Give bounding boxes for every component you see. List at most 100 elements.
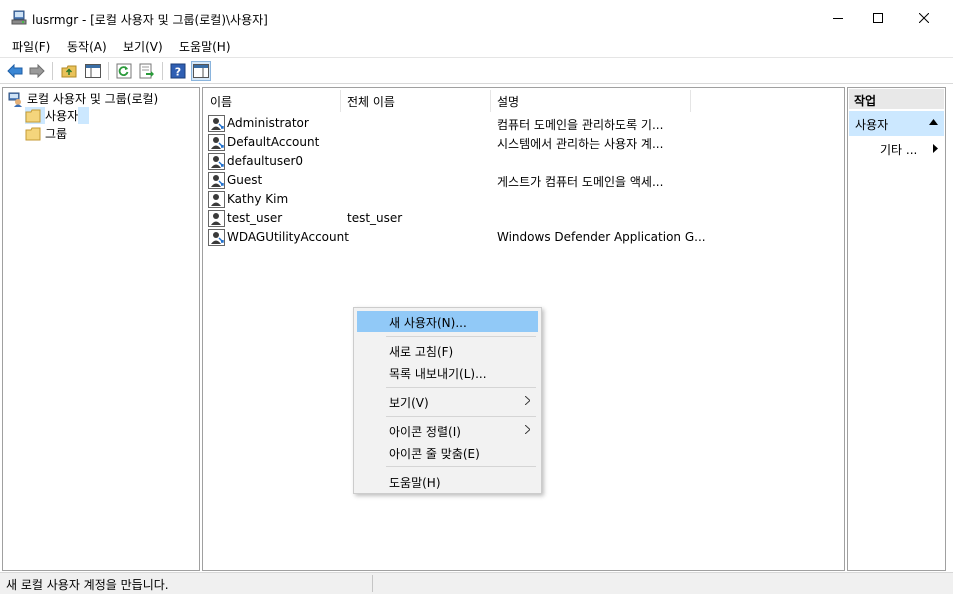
forward-arrow-icon bbox=[29, 64, 45, 78]
cell-description: Windows Defender Application G... bbox=[497, 230, 706, 244]
table-row[interactable]: DefaultAccount 시스템에서 관리하는 사용자 계... bbox=[207, 133, 843, 152]
table-row[interactable]: WDAGUtilityAccount Windows Defender Appl… bbox=[207, 228, 843, 247]
menu-item-label: 목록 내보내기(L)... bbox=[389, 367, 487, 381]
close-button[interactable] bbox=[901, 0, 947, 36]
menu-item-view[interactable]: 보기(V) bbox=[357, 391, 538, 412]
menu-item-label: 새로 고침(F) bbox=[389, 345, 454, 359]
context-menu: 새 사용자(N)... 새로 고침(F) 목록 내보내기(L)... 보기(V)… bbox=[353, 307, 542, 494]
back-arrow-icon bbox=[7, 64, 23, 78]
cell-name: test_user bbox=[227, 211, 283, 225]
maximize-icon bbox=[873, 13, 883, 23]
user-icon bbox=[208, 115, 225, 132]
actions-header: 작업 bbox=[849, 89, 944, 109]
cell-name: defaultuser0 bbox=[227, 154, 304, 168]
menu-action[interactable]: 동작(A) bbox=[67, 38, 107, 55]
cell-name: Kathy Kim bbox=[227, 192, 289, 206]
toolbar-separator bbox=[162, 62, 163, 80]
tree-root[interactable]: 로컬 사용자 및 그룹(로컬) bbox=[7, 90, 158, 107]
menu-view[interactable]: 보기(V) bbox=[123, 38, 163, 55]
maximize-button[interactable] bbox=[855, 0, 901, 36]
menu-item-new-user[interactable]: 새 사용자(N)... bbox=[357, 311, 538, 332]
help-icon: ? bbox=[170, 63, 186, 79]
menu-separator bbox=[386, 387, 536, 388]
menu-file[interactable]: 파일(F) bbox=[12, 38, 50, 55]
action-more-label: 기타 ... bbox=[880, 143, 918, 157]
actions-section-users[interactable]: 사용자 bbox=[849, 111, 944, 136]
column-header-name[interactable]: 이름 bbox=[204, 90, 341, 112]
cell-name: DefaultAccount bbox=[227, 135, 320, 149]
user-icon bbox=[208, 134, 225, 151]
console-tree: 로컬 사용자 및 그룹(로컬) 사용자 그룹 bbox=[2, 87, 200, 571]
tree-root-label: 로컬 사용자 및 그룹(로컬) bbox=[27, 92, 159, 106]
local-users-groups-icon bbox=[8, 92, 22, 107]
user-icon bbox=[208, 229, 225, 246]
cell-description: 게스트가 컴퓨터 도메인을 액세... bbox=[497, 175, 664, 189]
cell-name: WDAGUtilityAccount bbox=[227, 230, 349, 244]
tree-item-label: 그룹 bbox=[45, 127, 68, 141]
menu-item-label: 보기(V) bbox=[389, 396, 429, 410]
actions-pane: 작업 사용자 기타 ... bbox=[847, 87, 946, 571]
refresh-icon bbox=[116, 63, 132, 79]
svg-text:?: ? bbox=[175, 66, 181, 79]
status-bar: 새 로컬 사용자 계정을 만듭니다. bbox=[0, 572, 953, 594]
menu-help[interactable]: 도움말(H) bbox=[179, 38, 231, 55]
minimize-icon bbox=[833, 18, 843, 19]
menu-item-export-list[interactable]: 목록 내보내기(L)... bbox=[357, 362, 538, 383]
window-title: lusrmgr - [로컬 사용자 및 그룹(로컬)\사용자] bbox=[32, 13, 268, 27]
status-separator bbox=[372, 575, 373, 592]
table-row[interactable]: Guest 게스트가 컴퓨터 도메인을 액세... bbox=[207, 171, 843, 190]
menu-item-help[interactable]: 도움말(H) bbox=[357, 471, 538, 492]
cell-full-name: test_user bbox=[347, 211, 403, 225]
table-row[interactable]: test_user test_user bbox=[207, 209, 843, 228]
forward-button[interactable] bbox=[27, 61, 47, 81]
menu-item-label: 아이콘 줄 맞춤(E) bbox=[389, 447, 480, 461]
tree-item-label: 사용자 bbox=[45, 107, 79, 124]
menu-separator bbox=[386, 336, 536, 337]
tree-item-users[interactable]: 사용자 bbox=[25, 107, 89, 124]
cell-name: Guest bbox=[227, 173, 263, 187]
table-row[interactable]: Administrator 컴퓨터 도메인을 관리하도록 기... bbox=[207, 114, 843, 133]
action-more[interactable]: 기타 ... bbox=[849, 138, 944, 158]
tree-item-groups[interactable]: 그룹 bbox=[25, 125, 67, 142]
cell-description: 컴퓨터 도메인을 관리하도록 기... bbox=[497, 118, 664, 132]
export-list-button[interactable] bbox=[137, 61, 157, 81]
back-button[interactable] bbox=[5, 61, 25, 81]
column-header-full-name[interactable]: 전체 이름 bbox=[341, 90, 491, 112]
toolbar-separator bbox=[52, 62, 53, 80]
menu-item-arrange-icons[interactable]: 아이콘 정렬(I) bbox=[357, 420, 538, 441]
up-folder-icon bbox=[61, 65, 77, 78]
export-list-icon bbox=[139, 63, 154, 79]
menu-bar: 파일(F) 동작(A) 보기(V) 도움말(H) bbox=[0, 36, 953, 56]
title-bar: lusrmgr - [로컬 사용자 및 그룹(로컬)\사용자] bbox=[0, 0, 953, 36]
status-text: 새 로컬 사용자 계정을 만듭니다. bbox=[6, 578, 169, 592]
toolbar: ? bbox=[0, 57, 953, 84]
cell-description: 시스템에서 관리하는 사용자 계... bbox=[497, 137, 664, 151]
collapse-up-icon bbox=[929, 119, 938, 125]
submenu-arrow-icon bbox=[525, 425, 530, 434]
actions-section-label: 사용자 bbox=[855, 118, 889, 132]
table-row[interactable]: Kathy Kim bbox=[207, 190, 843, 209]
user-icon bbox=[208, 172, 225, 189]
computer-management-icon bbox=[11, 10, 27, 26]
menu-item-label: 새 사용자(N)... bbox=[389, 316, 467, 330]
user-icon bbox=[208, 210, 225, 227]
close-icon bbox=[919, 13, 929, 23]
folder-icon bbox=[25, 127, 41, 140]
cell-name: Administrator bbox=[227, 116, 309, 130]
show-hide-action-pane-icon bbox=[193, 64, 209, 78]
menu-item-refresh[interactable]: 새로 고침(F) bbox=[357, 340, 538, 361]
show-hide-action-pane-button[interactable] bbox=[191, 61, 211, 81]
menu-separator bbox=[386, 416, 536, 417]
folder-icon bbox=[25, 109, 41, 122]
table-row[interactable]: defaultuser0 bbox=[207, 152, 843, 171]
submenu-arrow-icon bbox=[525, 396, 530, 405]
up-one-level-button[interactable] bbox=[59, 61, 79, 81]
refresh-button[interactable] bbox=[114, 61, 134, 81]
toolbar-separator bbox=[108, 62, 109, 80]
show-hide-tree-button[interactable] bbox=[83, 61, 103, 81]
user-icon bbox=[208, 153, 225, 170]
column-header-description[interactable]: 설명 bbox=[491, 90, 691, 112]
help-button[interactable]: ? bbox=[168, 61, 188, 81]
submenu-arrow-icon bbox=[933, 144, 938, 153]
menu-item-line-up-icons[interactable]: 아이콘 줄 맞춤(E) bbox=[357, 442, 538, 463]
